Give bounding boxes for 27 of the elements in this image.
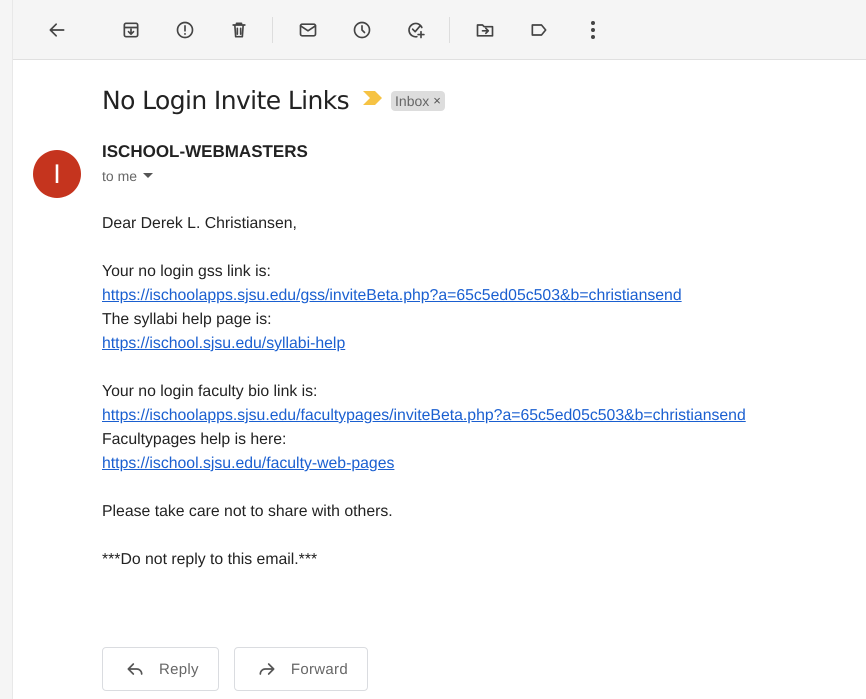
more-icon (591, 20, 595, 38)
message-text: Dear Derek L. Christiansen, (102, 214, 297, 234)
reply-button[interactable]: Reply (102, 647, 219, 691)
message-text: Please take care not to share with others. (102, 502, 393, 522)
message-text: Your no login gss link is: (102, 262, 271, 282)
link[interactable]: https://ischoolapps.sjsu.edu/facultypages/inviteBeta.php?a=65c5ed05c503&b=christiansend (102, 404, 746, 428)
label-text: Inbox (395, 92, 430, 108)
link[interactable]: https://ischool.sjsu.edu/syllabi-help (102, 332, 346, 356)
link[interactable]: https://ischool.sjsu.edu/faculty-web-pages (102, 452, 394, 476)
message-text: The syllabi help page is: (102, 310, 272, 330)
recipient-text: to me (102, 168, 138, 184)
email-subject: No Login Invite Links (102, 86, 350, 115)
clock-icon (352, 20, 372, 40)
label-chip[interactable]: Inbox × (391, 90, 445, 110)
sender-avatar: I (33, 150, 81, 198)
message-text: ***Do not reply to this email.*** (102, 550, 318, 570)
link[interactable]: https://ischoolapps.sjsu.edu/gss/inviteBeta.php?a=65c5ed05c503&b=christiansend (102, 284, 682, 308)
dropdown-caret-icon[interactable] (143, 173, 154, 179)
sender-name: ISCHOOL-WEBMASTERS (102, 142, 308, 162)
remove-label-button[interactable]: × (433, 93, 441, 108)
message-text: Facultypages help is here: (102, 430, 286, 450)
report-spam-icon (175, 20, 195, 40)
message-text: Your no login faculty bio link is: (102, 382, 318, 402)
check-plus-icon (406, 20, 426, 40)
archive-icon (121, 20, 141, 40)
forward-button[interactable]: Forward (234, 647, 368, 691)
importance-marker-icon[interactable] (363, 91, 384, 105)
